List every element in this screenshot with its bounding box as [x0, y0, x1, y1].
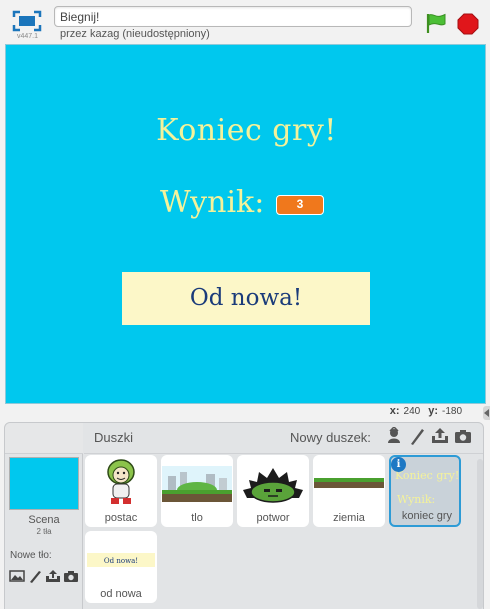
sprite-name: ziemia	[333, 512, 365, 524]
sprites-tab[interactable]: Duszki	[94, 430, 133, 445]
svg-text:Wynik:: Wynik:	[397, 493, 435, 506]
sprite-tile-od-nowa[interactable]: Od nowa! od nowa	[85, 531, 157, 603]
upload-icon[interactable]	[45, 569, 61, 583]
new-sprite-tools	[385, 425, 472, 445]
new-backdrop-label: Nowe tło:	[10, 550, 52, 561]
sprite-name: koniec gry	[401, 510, 453, 522]
game-over-text: Koniec gry!	[156, 113, 337, 148]
x-value: 240	[403, 406, 421, 417]
sprite-pane: Scena 2 tła Nowe tło: Duszki Nowy duszek…	[4, 422, 484, 609]
new-sprite-label: Nowy duszek:	[290, 430, 371, 445]
spiky-monster-icon	[237, 457, 309, 511]
sprite-name: tlo	[191, 512, 203, 524]
sprite-list-scrollbar[interactable]	[477, 459, 483, 609]
version-label: v447.1	[17, 33, 39, 40]
image-library-icon[interactable]	[9, 569, 25, 583]
sprite-tile-potwor[interactable]: potwor	[237, 455, 309, 527]
paint-brush-icon[interactable]	[27, 569, 43, 583]
x-label: x:	[389, 405, 400, 417]
stop-sign-icon[interactable]	[457, 13, 479, 35]
project-title-input[interactable]	[54, 6, 412, 27]
score-label: Wynik:	[160, 185, 265, 220]
sprite-library-icon[interactable]	[385, 425, 403, 445]
collapse-arrow-icon[interactable]	[483, 406, 490, 420]
dinosaur-character-icon	[85, 457, 157, 511]
ground-strip-icon	[313, 457, 385, 511]
camera-sprite-icon[interactable]	[454, 427, 472, 445]
score-monitor: 3	[276, 195, 324, 215]
paint-new-sprite-icon[interactable]	[408, 427, 426, 445]
stage-thumbnail[interactable]	[9, 457, 79, 510]
sprite-name: od nowa	[100, 588, 142, 600]
restart-button-thumbnail: Od nowa!	[85, 533, 157, 587]
stage-label: Scena	[28, 514, 60, 526]
scratch-player: v447.1 przez kazag (nieudostępniony) Kon…	[0, 0, 490, 609]
info-icon[interactable]: i	[391, 457, 406, 472]
sprite-name: potwor	[256, 512, 290, 524]
new-backdrop-tools	[9, 569, 79, 583]
top-bar: v447.1 przez kazag (nieudostępniony)	[0, 0, 490, 44]
restart-button[interactable]: Od nowa!	[122, 272, 370, 325]
backdrop-count: 2 tła	[36, 527, 52, 536]
fullscreen-icon[interactable]	[12, 10, 42, 32]
author-label: przez kazag (nieudostępniony)	[60, 28, 210, 40]
stage[interactable]: Koniec gry! Wynik: 3 Od nowa!	[5, 44, 486, 404]
stage-column-header	[5, 423, 83, 454]
svg-text:Koniec gry!: Koniec gry!	[395, 469, 459, 482]
mouse-coordinates: x: 240 y: -180	[390, 405, 470, 417]
sprite-tile-postac[interactable]: postac	[85, 455, 157, 527]
upload-sprite-icon[interactable]	[431, 427, 449, 445]
camera-icon[interactable]	[63, 569, 79, 583]
sprite-tile-tlo[interactable]: tlo	[161, 455, 233, 527]
sprites-header: Duszki Nowy duszek:	[84, 423, 483, 454]
sprite-tile-ziemia[interactable]: ziemia	[313, 455, 385, 527]
svg-text:Od nowa!: Od nowa!	[104, 557, 138, 565]
sprite-name: postac	[104, 512, 138, 524]
y-value: -180	[441, 406, 462, 417]
y-label: y:	[428, 405, 438, 417]
landscape-background-icon	[161, 457, 233, 511]
green-flag-icon[interactable]	[425, 12, 447, 34]
sprite-tile-koniec-gry[interactable]: Koniec gry! Wynik: i koniec gry	[389, 455, 461, 527]
stage-column: Scena 2 tła Nowe tło:	[5, 423, 83, 609]
